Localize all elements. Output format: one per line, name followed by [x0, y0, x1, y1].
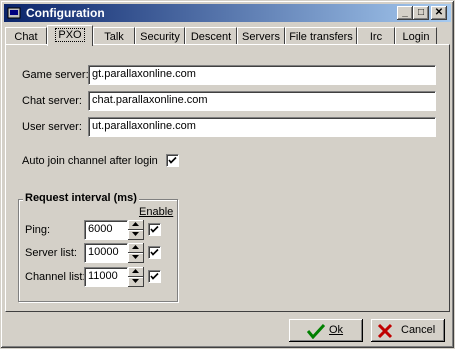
arrow-up-icon [132, 222, 139, 226]
minimize-button[interactable]: _ [397, 6, 413, 20]
maximize-button[interactable]: □ [413, 6, 429, 20]
window-title: Configuration [26, 6, 105, 20]
channel-list-label: Channel list: [25, 271, 86, 283]
ping-down-button[interactable] [128, 230, 144, 240]
tab-pxo[interactable]: PXO [47, 25, 93, 46]
arrow-up-icon [132, 269, 139, 273]
ping-label: Ping: [25, 224, 51, 236]
game-server-input[interactable]: gt.parallaxonline.com [88, 65, 436, 85]
user-server-input[interactable]: ut.parallaxonline.com [88, 117, 436, 137]
app-icon [7, 7, 21, 19]
tab-label: Chat [14, 31, 38, 43]
channel-list-enable-checkbox[interactable] [148, 270, 161, 283]
enable-column-label: Enable [139, 206, 174, 218]
user-server-label: User server: [22, 121, 82, 133]
tab-label: Irc [369, 31, 383, 43]
tab-irc[interactable]: Irc [357, 27, 395, 45]
ok-button[interactable]: Ok [289, 319, 363, 342]
checkmark-icon [168, 156, 177, 164]
tab-descent[interactable]: Descent [185, 27, 237, 45]
auto-join-checkbox[interactable] [166, 154, 179, 167]
ok-label: Ok [329, 324, 344, 336]
channel-list-down-button[interactable] [128, 277, 144, 287]
maximize-icon: □ [417, 7, 425, 18]
server-list-input[interactable]: 10000 [84, 243, 128, 263]
chat-server-label: Chat server: [22, 95, 82, 107]
tab-label: PXO [55, 28, 85, 42]
arrow-down-icon [132, 255, 139, 259]
checkmark-icon [150, 248, 159, 256]
cancel-button[interactable]: Cancel [371, 319, 445, 342]
ping-up-button[interactable] [128, 220, 144, 230]
tab-label: Descent [190, 31, 232, 43]
close-icon: ✕ [434, 7, 444, 18]
tab-login[interactable]: Login [395, 27, 437, 45]
server-list-label: Server list: [25, 247, 77, 259]
configuration-window: Configuration _ □ ✕ Chat PXO Talk Securi… [0, 0, 455, 349]
checkmark-icon [150, 272, 159, 280]
server-list-enable-checkbox[interactable] [148, 246, 161, 259]
tab-label: Security [140, 31, 180, 43]
cancel-label: Cancel [401, 324, 436, 336]
server-list-up-button[interactable] [128, 243, 144, 253]
server-list-down-button[interactable] [128, 253, 144, 263]
tab-servers[interactable]: Servers [237, 27, 285, 45]
checkmark-icon [307, 323, 325, 339]
tab-talk[interactable]: Talk [93, 27, 135, 45]
tab-chat[interactable]: Chat [5, 27, 47, 45]
channel-list-spinner: 11000 [84, 267, 144, 287]
cancel-x-icon [377, 323, 393, 339]
tab-file-transfers[interactable]: File transfers [285, 27, 357, 45]
tab-strip: Chat PXO Talk Security Descent Servers F… [5, 25, 450, 46]
tab-label: Login [402, 31, 430, 43]
tab-label: Servers [242, 31, 280, 43]
game-server-label: Game server: [22, 69, 89, 81]
channel-list-input[interactable]: 11000 [84, 267, 128, 287]
tab-security[interactable]: Security [135, 27, 185, 45]
arrow-up-icon [132, 245, 139, 249]
arrow-down-icon [132, 232, 139, 236]
minimize-icon: _ [402, 7, 408, 18]
ping-spinner: 6000 [84, 220, 144, 240]
server-list-spinner: 10000 [84, 243, 144, 263]
arrow-down-icon [132, 279, 139, 283]
tab-label: Talk [104, 31, 124, 43]
request-interval-title: Request interval (ms) [23, 192, 139, 204]
ping-enable-checkbox[interactable] [148, 223, 161, 236]
tab-label: File transfers [289, 31, 353, 43]
close-button[interactable]: ✕ [431, 6, 447, 20]
ping-input[interactable]: 6000 [84, 220, 128, 240]
chat-server-input[interactable]: chat.parallaxonline.com [88, 91, 436, 111]
title-bar[interactable]: Configuration _ □ ✕ [4, 4, 451, 22]
channel-list-up-button[interactable] [128, 267, 144, 277]
checkmark-icon [150, 225, 159, 233]
auto-join-label: Auto join channel after login [22, 155, 158, 167]
